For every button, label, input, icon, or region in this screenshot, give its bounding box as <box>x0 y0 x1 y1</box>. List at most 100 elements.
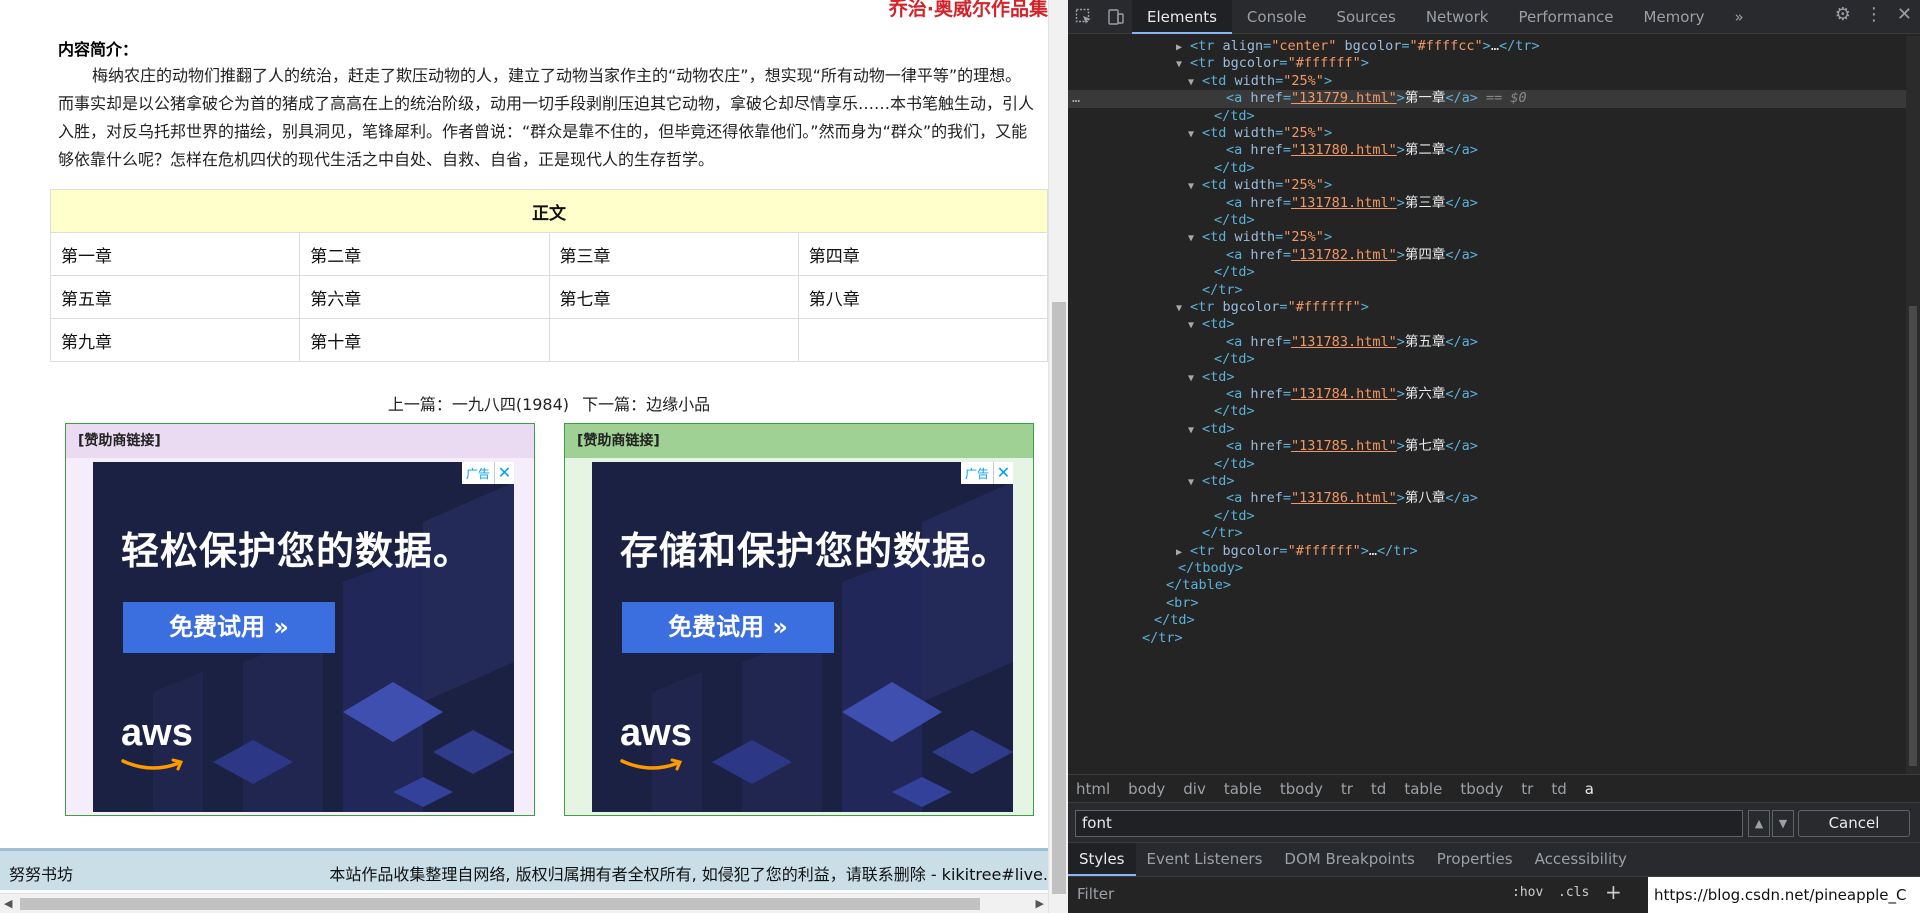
vertical-scrollbar[interactable] <box>1048 0 1068 913</box>
tab-elements[interactable]: Elements <box>1132 0 1232 34</box>
horizontal-scrollbar[interactable]: ◀ ▶ <box>0 893 1048 913</box>
dom-tree-scrollbar[interactable] <box>1906 36 1920 774</box>
dom-node-line[interactable]: </table> <box>1068 577 1920 594</box>
dom-token-link[interactable]: "131786.html" <box>1291 490 1397 506</box>
dom-token-link[interactable]: "131782.html" <box>1291 247 1397 263</box>
close-icon[interactable]: ✕ <box>993 462 1013 484</box>
dom-node-line[interactable]: ▼ <td> <box>1068 369 1920 386</box>
ad-banner[interactable]: 轻松保护您的数据。 免费试用 » aws 广告 ✕ <box>93 462 514 812</box>
expanded-arrow-icon[interactable]: ▼ <box>1188 370 1202 387</box>
chapter-link-5[interactable]: 第五章 <box>61 290 112 310</box>
chapter-link-1[interactable]: 第一章 <box>61 247 112 267</box>
expanded-arrow-icon[interactable]: ▼ <box>1188 422 1202 439</box>
breadcrumb-item-body[interactable]: body <box>1128 780 1165 798</box>
dom-node-line[interactable]: <a href="131785.html">第七章</a> <box>1068 438 1920 455</box>
more-tabs-icon[interactable]: » <box>1720 0 1759 34</box>
ad-choices-badge[interactable]: 广告 ✕ <box>461 462 514 484</box>
dom-token-link[interactable]: "131783.html" <box>1291 334 1397 350</box>
dom-node-line[interactable]: </tbody> <box>1068 560 1920 577</box>
dom-node-line[interactable]: </td> <box>1068 456 1920 473</box>
scrollbar-thumb[interactable] <box>20 898 980 910</box>
dom-token-link[interactable]: "131780.html" <box>1291 142 1397 158</box>
dom-node-line[interactable]: <a href="131781.html">第三章</a> <box>1068 195 1920 212</box>
scroll-right-icon[interactable]: ▶ <box>1036 897 1044 910</box>
dom-node-line[interactable]: </tr> <box>1068 630 1920 647</box>
dom-node-line[interactable]: ▼ <td width="25%"> <box>1068 73 1920 90</box>
expanded-arrow-icon[interactable]: ▼ <box>1188 474 1202 491</box>
dom-tree[interactable]: ▶ <tr align="center" bgcolor="#ffffcc">…<… <box>1068 36 1920 774</box>
chevron-up-icon[interactable]: ▲ <box>1748 810 1770 837</box>
expanded-arrow-icon[interactable]: ▼ <box>1176 56 1190 73</box>
close-icon[interactable]: ✕ <box>1897 4 1912 25</box>
device-toolbar-icon[interactable] <box>1100 0 1132 34</box>
chapter-link-8[interactable]: 第八章 <box>809 290 860 310</box>
dom-node-line[interactable]: ▼ <td width="25%"> <box>1068 125 1920 142</box>
dom-node-line[interactable]: ▼ <td> <box>1068 473 1920 490</box>
tab-memory[interactable]: Memory <box>1629 0 1720 34</box>
collapsed-arrow-icon[interactable]: ▶ <box>1176 544 1190 561</box>
dom-node-line[interactable]: <a href="131783.html">第五章</a> <box>1068 334 1920 351</box>
dom-node-line[interactable]: </td> <box>1068 264 1920 281</box>
breadcrumb-item-table[interactable]: table <box>1404 780 1442 798</box>
class-toggle[interactable]: .cls <box>1558 885 1589 900</box>
expanded-arrow-icon[interactable]: ▼ <box>1176 300 1190 317</box>
breadcrumb-item-td[interactable]: td <box>1371 780 1386 798</box>
dom-node-line[interactable]: … <a href="131779.html">第一章</a> == $0 <box>1068 90 1920 108</box>
node-actions-icon[interactable]: … <box>1072 90 1080 107</box>
chapter-link-2[interactable]: 第二章 <box>310 247 361 267</box>
dom-node-line[interactable]: </td> <box>1068 403 1920 420</box>
dom-node-line[interactable]: ▼ <tr bgcolor="#ffffff"> <box>1068 55 1920 72</box>
dom-token-link[interactable]: "131779.html" <box>1291 90 1397 106</box>
tab-dom-breakpoints[interactable]: DOM Breakpoints <box>1273 843 1425 876</box>
scroll-left-icon[interactable]: ◀ <box>4 897 12 910</box>
free-trial-button[interactable]: 免费试用 » <box>123 602 335 653</box>
dom-node-line[interactable]: <a href="131780.html">第二章</a> <box>1068 142 1920 159</box>
dom-node-line[interactable]: ▼ <td width="25%"> <box>1068 177 1920 194</box>
search-input[interactable]: font <box>1075 810 1743 837</box>
expanded-arrow-icon[interactable]: ▼ <box>1188 230 1202 247</box>
chapter-link-4[interactable]: 第四章 <box>809 247 860 267</box>
dom-node-line[interactable]: ▶ <tr align="center" bgcolor="#ffffcc">…<… <box>1068 38 1920 55</box>
collapsed-arrow-icon[interactable]: ▶ <box>1176 39 1190 56</box>
breadcrumb-item-div[interactable]: div <box>1183 780 1206 798</box>
dom-node-line[interactable]: </td> <box>1068 508 1920 525</box>
chapter-link-9[interactable]: 第九章 <box>61 333 112 353</box>
chevron-down-icon[interactable]: ▼ <box>1772 810 1794 837</box>
tab-properties[interactable]: Properties <box>1426 843 1524 876</box>
expanded-arrow-icon[interactable]: ▼ <box>1188 74 1202 91</box>
dom-node-line[interactable]: </td> <box>1068 351 1920 368</box>
breadcrumb-item-tbody[interactable]: tbody <box>1460 780 1503 798</box>
breadcrumb-item-td[interactable]: td <box>1551 780 1566 798</box>
close-icon[interactable]: ✕ <box>494 462 514 484</box>
scrollbar-thumb[interactable] <box>1909 306 1917 766</box>
dom-node-line[interactable]: </td> <box>1068 160 1920 177</box>
dom-node-line[interactable]: ▼ <td width="25%"> <box>1068 229 1920 246</box>
gear-icon[interactable]: ⚙ <box>1835 4 1851 25</box>
tab-event-listeners[interactable]: Event Listeners <box>1136 843 1274 876</box>
dom-node-line[interactable]: </td> <box>1068 108 1920 125</box>
breadcrumb-item-a[interactable]: a <box>1585 780 1594 798</box>
filter-input[interactable]: Filter <box>1077 885 1114 903</box>
dom-node-line[interactable]: </td> <box>1068 612 1920 629</box>
chapter-link-6[interactable]: 第六章 <box>310 290 361 310</box>
dom-node-line[interactable]: </tr> <box>1068 282 1920 299</box>
dom-node-line[interactable]: ▼ <tr bgcolor="#ffffff"> <box>1068 299 1920 316</box>
free-trial-button[interactable]: 免费试用 » <box>622 602 834 653</box>
ad-banner[interactable]: 存储和保护您的数据。 免费试用 » aws 广告 ✕ <box>592 462 1013 812</box>
expanded-arrow-icon[interactable]: ▼ <box>1188 126 1202 143</box>
breadcrumb-item-html[interactable]: html <box>1076 780 1110 798</box>
breadcrumb-item-tr[interactable]: tr <box>1341 780 1353 798</box>
new-rule-button[interactable]: + <box>1605 880 1622 904</box>
dom-node-line[interactable]: <br> <box>1068 595 1920 612</box>
tab-console[interactable]: Console <box>1232 0 1322 34</box>
collection-title[interactable]: 乔治·奥威尔作品集 <box>889 0 1048 21</box>
tab-sources[interactable]: Sources <box>1321 0 1410 34</box>
cancel-button[interactable]: Cancel <box>1798 810 1910 837</box>
breadcrumb-item-tr[interactable]: tr <box>1521 780 1533 798</box>
tab-styles[interactable]: Styles <box>1068 843 1136 876</box>
dom-token-link[interactable]: "131784.html" <box>1291 386 1397 402</box>
dom-node-line[interactable]: ▼ <td> <box>1068 421 1920 438</box>
expanded-arrow-icon[interactable]: ▼ <box>1188 178 1202 195</box>
breadcrumb-item-tbody[interactable]: tbody <box>1280 780 1323 798</box>
tab-network[interactable]: Network <box>1411 0 1504 34</box>
